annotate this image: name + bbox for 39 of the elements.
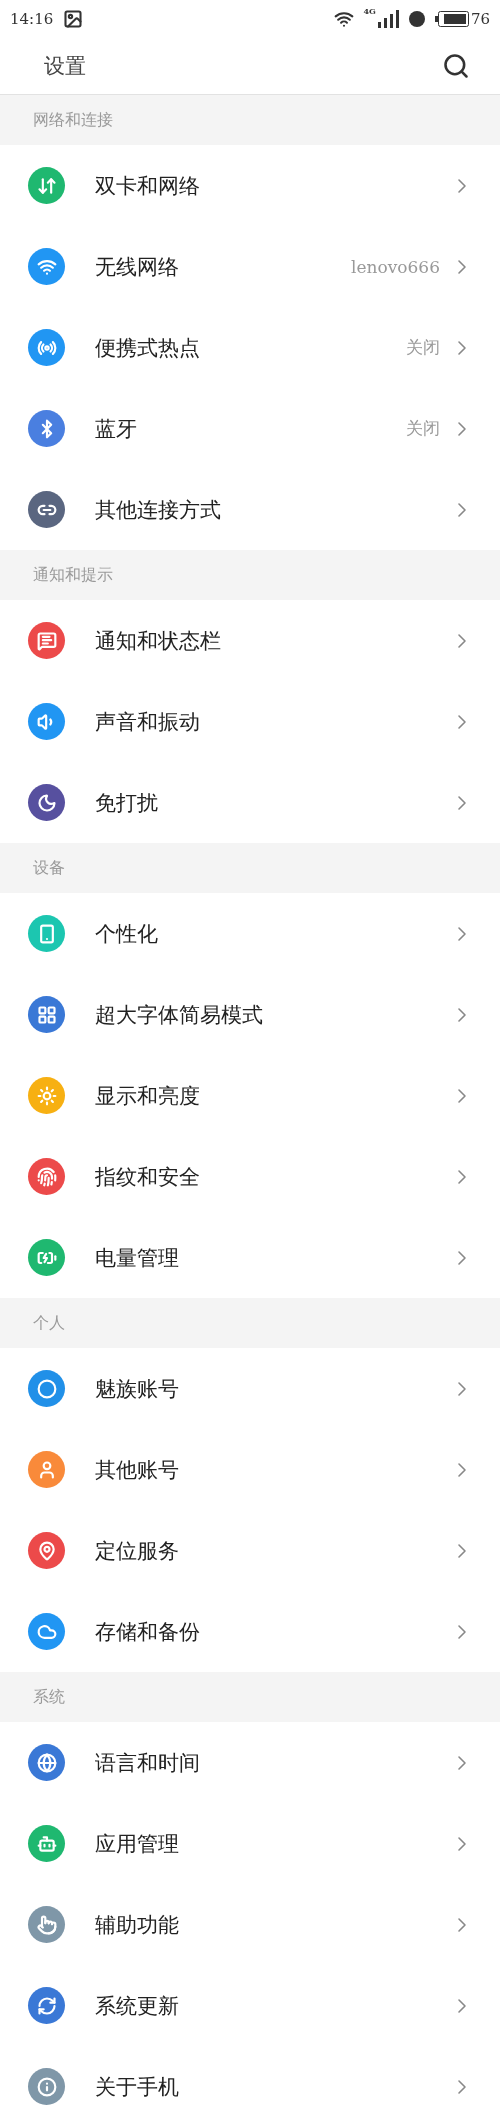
battery-percent: 76 [470, 10, 490, 28]
wifi-icon [333, 9, 354, 29]
item-label: 通知和状态栏 [95, 627, 222, 655]
item-label: 其他账号 [95, 1456, 180, 1484]
section-title: 通知和提示 [33, 564, 113, 586]
item-label: 电量管理 [95, 1244, 180, 1272]
item-label: 双卡和网络 [95, 172, 201, 200]
item-label: 声音和振动 [95, 708, 201, 736]
item-label: 辅助功能 [95, 1911, 180, 1939]
item-value: 关闭 [406, 336, 440, 359]
item-label: 语言和时间 [95, 1749, 201, 1777]
section-title: 网络和连接 [33, 109, 113, 131]
item-value: 关闭 [406, 417, 440, 440]
battery-icon [434, 11, 469, 27]
item-label: 蓝牙 [95, 415, 138, 443]
item-label: 系统更新 [95, 1992, 180, 2020]
section-title: 系统 [33, 1686, 65, 1708]
item-label: 显示和亮度 [95, 1082, 201, 1110]
item-label: 魅族账号 [95, 1375, 180, 1403]
search-icon[interactable] [442, 52, 470, 80]
signal-icon [376, 10, 399, 28]
page-title: 设置 [44, 53, 87, 80]
item-label: 其他连接方式 [95, 496, 222, 524]
image-icon [63, 9, 84, 29]
status-time: 14:16 [10, 10, 54, 28]
item-label: 个性化 [95, 920, 159, 948]
item-label: 关于手机 [95, 2073, 180, 2101]
item-label: 免打扰 [95, 789, 159, 817]
network-type: 4G [363, 6, 376, 16]
item-label: 指纹和安全 [95, 1163, 201, 1191]
item-label: 超大字体简易模式 [95, 1001, 264, 1029]
item-label: 无线网络 [95, 253, 180, 281]
section-title: 设备 [33, 857, 65, 879]
item-label: 存储和备份 [95, 1618, 201, 1646]
item-label: 应用管理 [95, 1830, 180, 1858]
section-title: 个人 [33, 1312, 65, 1334]
item-label: 便携式热点 [95, 334, 201, 362]
item-value: lenovo666 [351, 256, 440, 277]
item-label: 定位服务 [95, 1537, 180, 1565]
